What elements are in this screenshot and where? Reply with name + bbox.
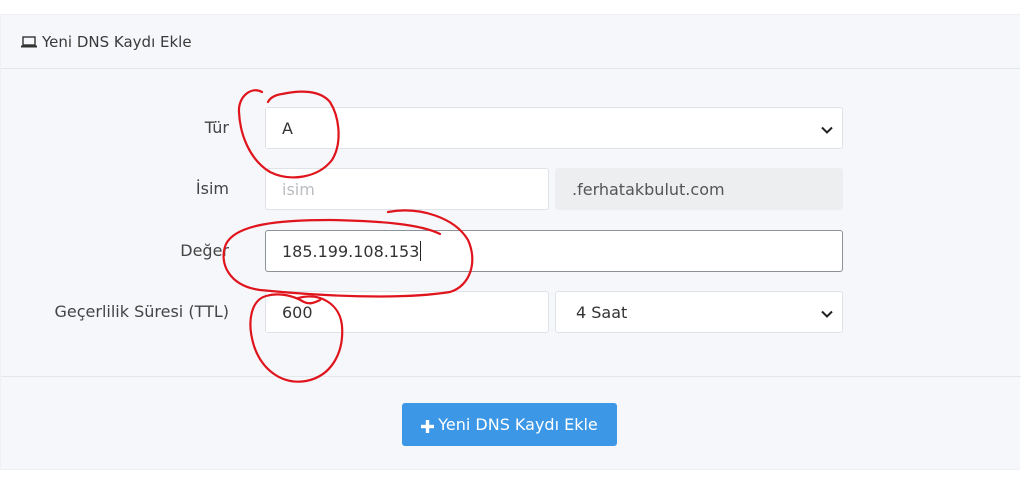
ttl-unit-select[interactable]: 4 Saat xyxy=(555,291,843,333)
value-input-text: 185.199.108.153 xyxy=(282,241,420,261)
name-label: İsim xyxy=(195,179,229,198)
value-label: Değer xyxy=(180,241,229,260)
laptop-icon xyxy=(20,35,38,49)
domain-suffix-text: .ferhatakbulut.com xyxy=(572,179,725,199)
type-select-value: A xyxy=(282,118,293,138)
add-dns-record-label: Yeni DNS Kaydı Ekle xyxy=(438,415,598,434)
type-label: Tür xyxy=(204,118,229,137)
name-input-placeholder: isim xyxy=(282,179,315,199)
chevron-down-icon xyxy=(820,122,834,136)
panel-footer: Yeni DNS Kaydı Ekle xyxy=(1,376,1021,471)
type-select[interactable]: A xyxy=(265,107,843,149)
page: Yeni DNS Kaydı Ekle Tür A İsim isim .fer… xyxy=(0,0,1035,499)
ttl-input-value: 600 xyxy=(282,302,313,322)
type-row: Tür A xyxy=(1,107,1021,149)
text-caret xyxy=(420,241,422,261)
ttl-label: Geçerlilik Süresi (TTL) xyxy=(54,302,230,321)
value-row: Değer 185.199.108.153 xyxy=(1,230,1021,272)
ttl-row: Geçerlilik Süresi (TTL) 600 4 Saat xyxy=(1,291,1021,333)
name-row: İsim isim .ferhatakbulut.com xyxy=(1,168,1021,210)
ttl-input[interactable]: 600 xyxy=(265,291,549,333)
ttl-unit-value: 4 Saat xyxy=(576,302,628,322)
value-input[interactable]: 185.199.108.153 xyxy=(265,230,843,272)
domain-suffix: .ferhatakbulut.com xyxy=(555,168,843,210)
panel-title: Yeni DNS Kaydı Ekle xyxy=(42,32,192,51)
chevron-down-icon xyxy=(820,306,834,320)
plus-icon xyxy=(421,418,435,433)
name-input[interactable]: isim xyxy=(265,168,549,210)
dns-record-panel: Yeni DNS Kaydı Ekle Tür A İsim isim .fer… xyxy=(0,14,1021,471)
panel-header: Yeni DNS Kaydı Ekle xyxy=(1,15,1020,69)
add-dns-record-button[interactable]: Yeni DNS Kaydı Ekle xyxy=(402,403,617,446)
